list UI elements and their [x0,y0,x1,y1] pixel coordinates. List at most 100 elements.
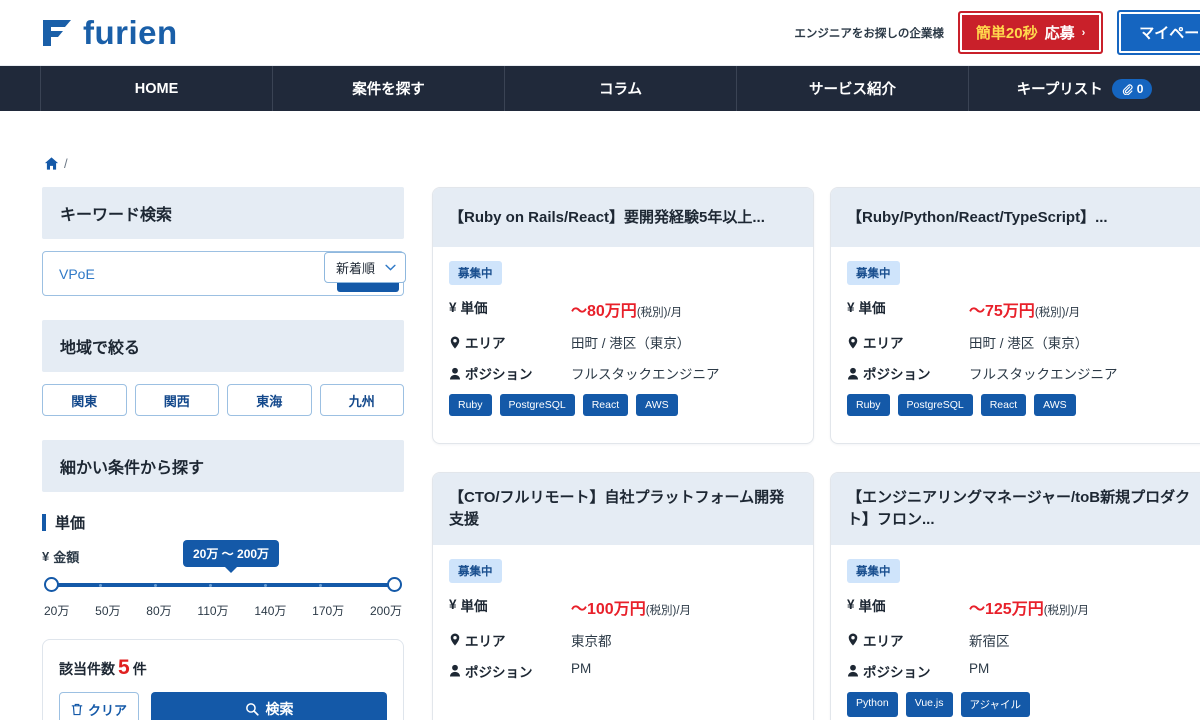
unit-price-subheading: 単価 [42,512,404,533]
job-row-label: エリア [847,332,969,352]
slider-tick-dot [319,583,322,587]
yen-icon: ¥ [847,597,855,613]
slider-tick-label: 170万 [312,604,345,618]
job-row-position: ポジション フルスタックエンジニア [847,363,1195,383]
filter-actions: クリア 検索 [59,692,387,720]
nav-item-label: コラム [598,82,643,98]
job-row-label: ポジション [449,363,571,383]
keyword-search-input[interactable] [43,265,337,282]
sort-order-select[interactable]: 新着順 [324,252,406,283]
job-row-price: ¥ 単価 〜75万円(税別)/月 [847,297,1195,321]
position-label: ポジション [465,664,533,680]
job-row-value: 〜100万円(税別)/月 [571,595,691,619]
region-section-title: 地域で絞る [42,320,404,372]
job-area: 東京都 [571,633,612,649]
slider-handle-min[interactable] [44,577,59,592]
job-tag[interactable]: PostgreSQL [499,394,575,416]
topbar: / 新着順 [0,111,1200,283]
job-position: PM [969,660,990,676]
price-label: 単価 [858,301,886,316]
region-button-tokai[interactable]: 東海 [227,384,312,416]
slider-handle-max[interactable] [387,577,402,592]
job-row-value: 〜125万円(税別)/月 [969,595,1089,619]
amount-label: 金額 [53,550,80,565]
nav-item-keep-list[interactable]: キープリスト 0 [968,66,1200,111]
job-tag[interactable]: Ruby [847,394,890,416]
job-tag[interactable]: React [582,394,629,416]
job-price: 〜75万円 [969,303,1035,320]
keep-list-badge: 0 [1111,78,1153,99]
job-row-label: ¥ 単価 [847,297,969,317]
logo-text: furien [83,14,178,51]
nav-item-home[interactable]: HOME [40,66,272,111]
location-pin-icon [847,633,859,646]
price-range-slider[interactable]: 20万 〜 200万 20万 50万 80万 110万 140万 170万 20… [42,540,404,619]
region-button-kanto[interactable]: 関東 [42,384,127,416]
region-button-kyushu[interactable]: 九州 [319,384,404,416]
status-badge: 募集中 [847,261,900,285]
job-position: PM [571,660,592,676]
unit-price-label: 単価 [55,515,86,532]
home-icon[interactable] [44,156,59,171]
slider-tick-dot [264,583,267,587]
slider-tick-labels: 20万 50万 80万 110万 140万 170万 200万 [44,602,402,619]
job-tag[interactable]: PostgreSQL [897,394,973,416]
header-company-note: エンジニアをお探しの企業様 [794,27,944,40]
result-count-prefix: 該当件数 [59,661,115,677]
person-icon [847,664,859,677]
status-badge: 募集中 [847,558,900,583]
job-card[interactable]: 【Ruby/Python/React/TypeScript】... 募集中 ¥ … [830,187,1200,445]
job-price-suffix: (税別)/月 [1034,307,1081,319]
job-row-label: ポジション [847,661,969,681]
header-actions: エンジニアをお探しの企業様 簡単20秒 応募 › マイページ [794,10,1200,55]
job-tag[interactable]: アジャイル [960,691,1031,717]
search-icon [245,702,259,716]
price-label: 単価 [858,598,886,614]
nav-item-service[interactable]: サービス紹介 [736,66,968,111]
job-card-body: 募集中 ¥ 単価 〜75万円(税別)/月 エリア 田町 / 港区（東京） ポジシ… [831,247,1200,432]
job-card-body: 募集中 ¥ 単価 〜100万円(税別)/月 エリア 東京都 ポジション PM [433,545,813,708]
nav-item-column[interactable]: コラム [504,66,736,111]
slider-tick-label: 140万 [254,604,287,618]
job-price-suffix: (税別)/月 [1043,604,1090,617]
accent-bar-icon [42,514,46,531]
job-row-area: エリア 田町 / 港区（東京） [847,332,1195,352]
person-icon [449,664,461,677]
job-tag[interactable]: AWS [1034,394,1076,416]
price-label: 単価 [460,301,488,316]
job-tag[interactable]: React [980,394,1027,416]
region-filter-buttons: 関東 関西 東海 九州 [42,384,404,416]
job-area: 新宿区 [969,633,1010,649]
job-card[interactable]: 【CTO/フルリモート】自社プラットフォーム開発支援 募集中 ¥ 単価 〜100… [432,472,814,720]
job-card[interactable]: 【エンジニアリングマネージャー/toB新規プロダクト】フロン... 募集中 ¥ … [830,472,1200,720]
chevron-down-icon [385,264,396,271]
job-results-grid: 【Ruby on Rails/React】要開発経験5年以上... 募集中 ¥ … [432,187,1200,720]
job-tag-row: Ruby PostgreSQL React AWS [847,394,1195,416]
nav-item-search-jobs[interactable]: 案件を探す [272,66,504,111]
job-title: 【Ruby/Python/React/TypeScript】... [831,188,1200,247]
region-button-kansai[interactable]: 関西 [134,384,219,416]
job-price: 〜100万円 [571,600,646,618]
furien-logo-icon [40,16,74,50]
clear-filters-button[interactable]: クリア [59,692,140,720]
job-tag[interactable]: Vue.js [905,691,953,717]
job-tag[interactable]: AWS [636,394,678,416]
mypage-button[interactable]: マイページ [1117,10,1200,55]
slider-track[interactable] [44,576,402,594]
job-detail-rows: ¥ 単価 〜80万円(税別)/月 エリア 田町 / 港区（東京） ポジション フ… [449,297,797,383]
status-badge: 募集中 [449,261,502,285]
job-row-area: エリア 新宿区 [847,630,1195,650]
keyword-section-title: キーワード検索 [42,187,404,239]
job-price: 〜80万円 [571,303,637,320]
nav-item-label: 案件を探す [352,82,425,98]
page-body: キーワード検索 検索 地域で絞る 関東 関西 東海 九州 細かい条件から探す 単… [0,187,1200,720]
breadcrumb: / [44,156,68,171]
apply-button[interactable]: 簡単20秒 応募 › [957,11,1104,54]
job-tag[interactable]: Ruby [449,394,492,416]
submit-search-button[interactable]: 検索 [151,692,387,720]
job-card[interactable]: 【Ruby on Rails/React】要開発経験5年以上... 募集中 ¥ … [432,187,814,445]
job-row-area: エリア 東京都 [449,630,797,650]
location-pin-icon [847,335,859,349]
job-tag[interactable]: Python [847,691,898,717]
site-logo[interactable]: furien [40,16,178,50]
